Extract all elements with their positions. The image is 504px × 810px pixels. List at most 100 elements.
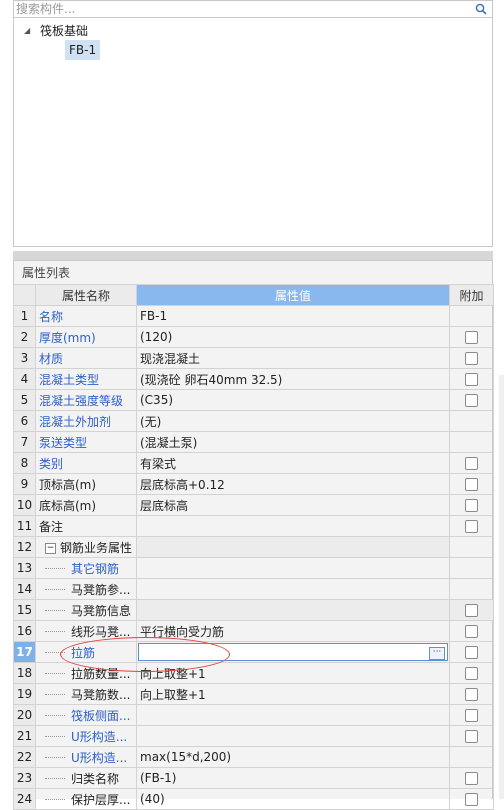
row-index[interactable]: 7 — [13, 431, 36, 453]
extra-checkbox[interactable] — [465, 373, 478, 386]
table-row[interactable]: 22 U形构造... max(15*d,200) — [13, 746, 494, 768]
property-value-cell[interactable]: 平行横向受力筋 — [136, 620, 450, 642]
property-value-cell[interactable]: (混凝土泵) — [136, 431, 450, 453]
tree-node-root[interactable]: ◢ 筏板基础 — [24, 22, 88, 40]
property-value-cell[interactable]: (无) — [136, 410, 450, 432]
property-name-cell[interactable]: − 钢筋业务属性 — [35, 536, 137, 558]
row-index[interactable]: 12 — [13, 536, 36, 558]
row-index[interactable]: 17 — [13, 641, 36, 663]
table-row[interactable]: 2 厚度(mm) (120) — [13, 326, 494, 348]
ellipsis-button[interactable]: ··· — [429, 647, 445, 660]
extra-checkbox[interactable] — [465, 520, 478, 533]
search-icon[interactable] — [475, 3, 487, 15]
property-name-cell[interactable]: 混凝土外加剂 — [35, 410, 137, 432]
extra-checkbox[interactable] — [465, 352, 478, 365]
property-name-cell[interactable]: 厚度(mm) — [35, 326, 137, 348]
property-value-cell[interactable] — [136, 515, 450, 537]
table-row[interactable]: 11 备注 — [13, 515, 494, 537]
row-index[interactable]: 8 — [13, 452, 36, 474]
table-row[interactable]: 14 马凳筋参... — [13, 578, 494, 600]
search-input[interactable] — [16, 1, 471, 17]
row-index[interactable]: 4 — [13, 368, 36, 390]
table-row[interactable]: 10 底标高(m) 层底标高 — [13, 494, 494, 516]
property-name-cell[interactable]: 其它钢筋 — [35, 557, 137, 579]
extra-checkbox[interactable] — [465, 394, 478, 407]
splitter[interactable] — [13, 251, 493, 260]
row-index[interactable]: 24 — [13, 788, 36, 810]
property-name-cell[interactable]: U形构造... — [35, 746, 137, 768]
table-row[interactable]: 9 顶标高(m) 层底标高+0.12 — [13, 473, 494, 495]
property-name-cell[interactable]: 拉筋数量... — [35, 662, 137, 684]
table-row[interactable]: 8 类别 有梁式 — [13, 452, 494, 474]
property-value-cell[interactable] — [136, 536, 450, 558]
table-row[interactable]: 17 拉筋 ··· — [13, 641, 494, 663]
property-value-cell[interactable] — [136, 704, 450, 726]
property-name-cell[interactable]: 底标高(m) — [35, 494, 137, 516]
property-name-cell[interactable]: 归类名称 — [35, 767, 137, 789]
extra-checkbox[interactable] — [465, 604, 478, 617]
property-name-cell[interactable]: 混凝土强度等级 — [35, 389, 137, 411]
table-row[interactable]: 19 马凳筋数... 向上取整+1 — [13, 683, 494, 705]
row-index[interactable]: 15 — [13, 599, 36, 621]
row-index[interactable]: 23 — [13, 767, 36, 789]
row-index[interactable]: 14 — [13, 578, 36, 600]
table-row[interactable]: 15 马凳筋信息 — [13, 599, 494, 621]
collapse-triangle-icon[interactable]: ◢ — [24, 22, 34, 40]
search-box[interactable] — [13, 0, 493, 18]
extra-checkbox[interactable] — [465, 331, 478, 344]
property-value-cell[interactable] — [136, 725, 450, 747]
property-value-cell[interactable]: 向上取整+1 — [136, 662, 450, 684]
extra-checkbox[interactable] — [465, 730, 478, 743]
property-value-cell[interactable]: (120) — [136, 326, 450, 348]
tree-node-fb1[interactable]: FB-1 — [65, 40, 101, 60]
row-index[interactable]: 21 — [13, 725, 36, 747]
row-index[interactable]: 13 — [13, 557, 36, 579]
extra-checkbox[interactable] — [465, 772, 478, 785]
row-index[interactable]: 11 — [13, 515, 36, 537]
property-value-cell[interactable]: 层底标高+0.12 — [136, 473, 450, 495]
property-name-cell[interactable]: 保护层厚... — [35, 788, 137, 810]
row-index[interactable]: 10 — [13, 494, 36, 516]
row-index[interactable]: 16 — [13, 620, 36, 642]
extra-checkbox[interactable] — [465, 499, 478, 512]
property-value-cell[interactable]: (现浇砼 卵石40mm 32.5) — [136, 368, 450, 390]
property-value-cell[interactable] — [136, 557, 450, 579]
property-name-cell[interactable]: 材质 — [35, 347, 137, 369]
property-name-cell[interactable]: 混凝土类型 — [35, 368, 137, 390]
property-name-cell[interactable]: 马凳筋参... — [35, 578, 137, 600]
extra-checkbox[interactable] — [465, 667, 478, 680]
row-index[interactable]: 19 — [13, 683, 36, 705]
property-name-cell[interactable]: 马凳筋数... — [35, 683, 137, 705]
property-name-cell[interactable]: 筏板侧面... — [35, 704, 137, 726]
table-row[interactable]: 16 线形马凳... 平行横向受力筋 — [13, 620, 494, 642]
table-row[interactable]: 23 归类名称 (FB-1) — [13, 767, 494, 789]
extra-checkbox[interactable] — [465, 646, 478, 659]
table-row[interactable]: 4 混凝土类型 (现浇砼 卵石40mm 32.5) — [13, 368, 494, 390]
property-name-cell[interactable]: 拉筋 — [35, 641, 137, 663]
table-row[interactable]: 24 保护层厚... (40) — [13, 788, 494, 810]
table-row[interactable]: 20 筏板侧面... — [13, 704, 494, 726]
row-index[interactable]: 22 — [13, 746, 36, 768]
property-value-cell[interactable] — [136, 599, 450, 621]
extra-checkbox[interactable] — [465, 709, 478, 722]
property-name-cell[interactable]: U形构造... — [35, 725, 137, 747]
extra-checkbox[interactable] — [465, 688, 478, 701]
column-header-value[interactable]: 属性值 — [136, 284, 450, 306]
table-row[interactable]: 1 名称 FB-1 — [13, 305, 494, 327]
row-index[interactable]: 1 — [13, 305, 36, 327]
row-index[interactable]: 2 — [13, 326, 36, 348]
property-name-cell[interactable]: 马凳筋信息 — [35, 599, 137, 621]
row-index[interactable]: 9 — [13, 473, 36, 495]
property-name-cell[interactable]: 类别 — [35, 452, 137, 474]
value-input[interactable]: ··· — [138, 643, 448, 661]
row-index[interactable]: 3 — [13, 347, 36, 369]
property-value-cell[interactable]: 有梁式 — [136, 452, 450, 474]
property-value-cell[interactable]: max(15*d,200) — [136, 746, 450, 768]
table-row[interactable]: 5 混凝土强度等级 (C35) — [13, 389, 494, 411]
property-name-cell[interactable]: 顶标高(m) — [35, 473, 137, 495]
row-index[interactable]: 6 — [13, 410, 36, 432]
collapse-minus-icon[interactable]: − — [45, 542, 56, 554]
table-row[interactable]: 13 其它钢筋 — [13, 557, 494, 579]
property-value-cell[interactable]: FB-1 — [136, 305, 450, 327]
property-value-cell[interactable]: 向上取整+1 — [136, 683, 450, 705]
